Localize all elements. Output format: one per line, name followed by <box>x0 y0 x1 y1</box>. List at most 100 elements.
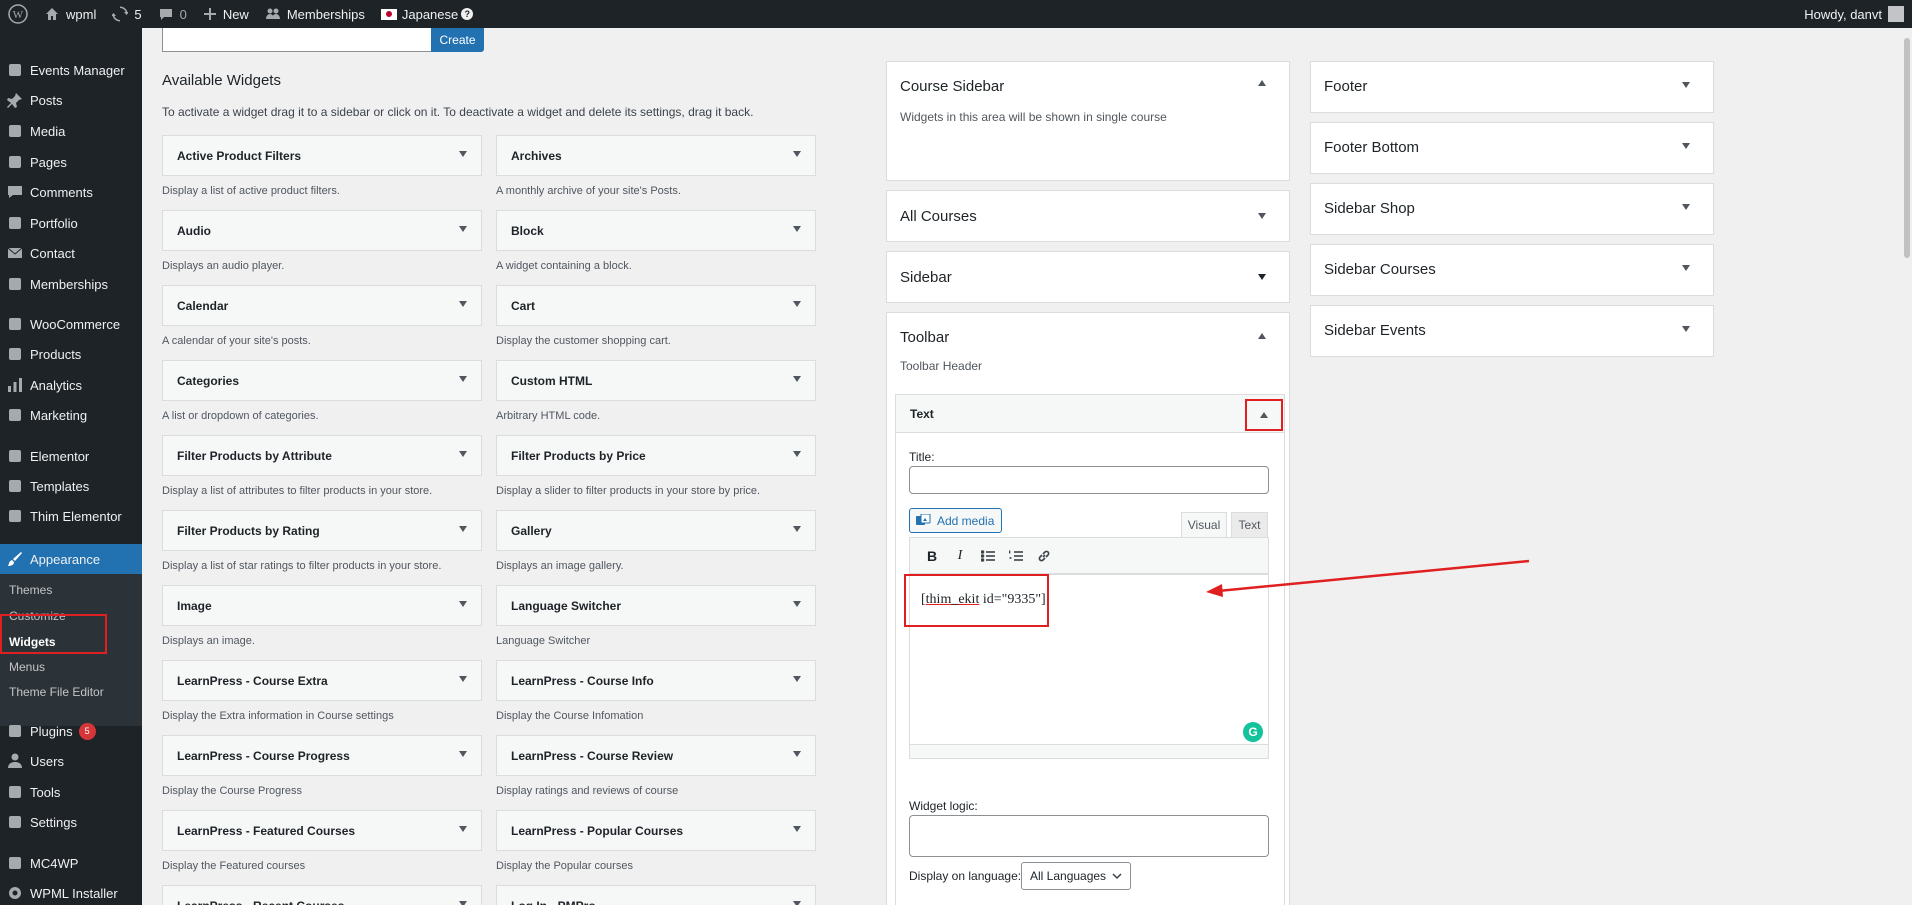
language-switcher[interactable]: Japanese ? <box>373 0 481 28</box>
avatar[interactable] <box>1888 6 1904 22</box>
page-scrollbar[interactable] <box>1902 28 1912 905</box>
expand-icon[interactable] <box>1258 274 1266 280</box>
expand-icon[interactable] <box>1682 204 1690 210</box>
scrollbar-thumb[interactable] <box>1904 38 1910 258</box>
language-select[interactable]: All Languages <box>1021 862 1131 890</box>
expand-icon[interactable] <box>793 826 801 832</box>
widget-filter-products-by-rating[interactable]: Filter Products by Rating <box>162 510 482 551</box>
widget-block[interactable]: Block <box>496 210 816 251</box>
create-button[interactable]: Create <box>431 28 484 52</box>
comments-link[interactable]: 0 <box>150 0 195 28</box>
expand-icon[interactable] <box>793 526 801 532</box>
expand-icon[interactable] <box>793 301 801 307</box>
area-footer[interactable]: Footer <box>1310 61 1714 113</box>
menu-item-mc4wp[interactable]: MC4WP <box>0 848 142 878</box>
menu-item-media[interactable]: Media <box>0 116 142 146</box>
widget-learnpress-featured-courses[interactable]: LearnPress - Featured Courses <box>162 810 482 851</box>
widget-log-in-pmpro[interactable]: Log In - PMPro <box>496 885 816 905</box>
expand-icon[interactable] <box>459 601 467 607</box>
expand-icon[interactable] <box>459 226 467 232</box>
menu-item-users[interactable]: Users <box>0 746 142 776</box>
expand-icon[interactable] <box>793 751 801 757</box>
tab-visual[interactable]: Visual <box>1181 512 1227 537</box>
widget-learnpress-course-extra[interactable]: LearnPress - Course Extra <box>162 660 482 701</box>
menu-item-appearance[interactable]: Appearance <box>0 544 142 574</box>
submenu-theme-file-editor[interactable]: Theme File Editor <box>9 685 104 699</box>
numbered-list-icon[interactable] <box>1002 542 1030 570</box>
expand-icon[interactable] <box>1682 265 1690 271</box>
memberships-link[interactable]: Memberships <box>257 0 373 28</box>
menu-item-templates[interactable]: Templates <box>0 471 142 501</box>
widget-cart[interactable]: Cart <box>496 285 816 326</box>
expand-icon[interactable] <box>459 151 467 157</box>
menu-item-pages[interactable]: Pages <box>0 147 142 177</box>
menu-item-portfolio[interactable]: Portfolio <box>0 208 142 238</box>
add-media-button[interactable]: Add media <box>909 508 1002 533</box>
widget-audio[interactable]: Audio <box>162 210 482 251</box>
italic-icon[interactable]: I <box>946 542 974 570</box>
widget-toggle-button[interactable] <box>1245 399 1283 431</box>
expand-icon[interactable] <box>459 301 467 307</box>
text-widget-header[interactable]: Text <box>896 395 1284 433</box>
area-all-courses[interactable]: All Courses <box>886 190 1290 242</box>
submenu-menus[interactable]: Menus <box>9 660 45 674</box>
menu-item-marketing[interactable]: Marketing <box>0 400 142 430</box>
widget-learnpress-popular-courses[interactable]: LearnPress - Popular Courses <box>496 810 816 851</box>
menu-item-posts[interactable]: Posts <box>0 85 142 115</box>
widget-active-product-filters[interactable]: Active Product Filters <box>162 135 482 176</box>
widget-learnpress-course-review[interactable]: LearnPress - Course Review <box>496 735 816 776</box>
expand-icon[interactable] <box>459 676 467 682</box>
collapse-icon[interactable] <box>1258 333 1266 339</box>
link-icon[interactable] <box>1030 542 1058 570</box>
expand-icon[interactable] <box>459 826 467 832</box>
bullet-list-icon[interactable] <box>974 542 1002 570</box>
expand-icon[interactable] <box>793 151 801 157</box>
widget-language-switcher[interactable]: Language Switcher <box>496 585 816 626</box>
submenu-themes[interactable]: Themes <box>9 583 52 597</box>
expand-icon[interactable] <box>459 376 467 382</box>
expand-icon[interactable] <box>793 901 801 905</box>
menu-item-plugins[interactable]: Plugins 5 <box>0 716 142 746</box>
expand-icon[interactable] <box>1682 326 1690 332</box>
expand-icon[interactable] <box>793 601 801 607</box>
wordpress-logo-icon[interactable]: W <box>0 0 36 28</box>
expand-icon[interactable] <box>1258 213 1266 219</box>
menu-item-elementor[interactable]: Elementor <box>0 441 142 471</box>
widget-categories[interactable]: Categories <box>162 360 482 401</box>
site-name-link[interactable]: wpml <box>36 0 104 28</box>
area-sidebar-events[interactable]: Sidebar Events <box>1310 305 1714 357</box>
area-course-sidebar[interactable]: Course Sidebar Widgets in this area will… <box>886 61 1290 181</box>
menu-item-wpml-installer[interactable]: WPML Installer <box>0 878 142 905</box>
area-footer-bottom[interactable]: Footer Bottom <box>1310 122 1714 174</box>
expand-icon[interactable] <box>1682 82 1690 88</box>
widget-logic-input[interactable] <box>909 815 1269 857</box>
tab-text[interactable]: Text <box>1231 512 1268 537</box>
menu-item-settings[interactable]: Settings <box>0 807 142 837</box>
widget-learnpress-course-progress[interactable]: LearnPress - Course Progress <box>162 735 482 776</box>
sidebar-name-input[interactable] <box>162 28 432 52</box>
expand-icon[interactable] <box>793 226 801 232</box>
expand-icon[interactable] <box>459 451 467 457</box>
widget-archives[interactable]: Archives <box>496 135 816 176</box>
menu-item-analytics[interactable]: Analytics <box>0 370 142 400</box>
widget-learnpress-recent-courses[interactable]: LearnPress - Recent Courses <box>162 885 482 905</box>
menu-item-comments[interactable]: Comments <box>0 177 142 207</box>
collapse-icon[interactable] <box>1258 80 1266 86</box>
expand-icon[interactable] <box>459 526 467 532</box>
menu-item-tools[interactable]: Tools <box>0 777 142 807</box>
menu-item-products[interactable]: Products <box>0 339 142 369</box>
expand-icon[interactable] <box>459 751 467 757</box>
grammarly-icon[interactable]: G <box>1243 722 1263 742</box>
updates-link[interactable]: 5 <box>104 0 149 28</box>
menu-item-thim-elementor[interactable]: Thim Elementor <box>0 501 142 531</box>
expand-icon[interactable] <box>793 451 801 457</box>
menu-item-memberships[interactable]: Memberships <box>0 269 142 299</box>
widget-filter-products-by-attribute[interactable]: Filter Products by Attribute <box>162 435 482 476</box>
menu-item-contact[interactable]: Contact <box>0 238 142 268</box>
area-sidebar-shop[interactable]: Sidebar Shop <box>1310 183 1714 235</box>
widget-calendar[interactable]: Calendar <box>162 285 482 326</box>
menu-item-woocommerce[interactable]: WooCommerce <box>0 309 142 339</box>
menu-item-events-manager[interactable]: Events Manager <box>0 55 142 85</box>
expand-icon[interactable] <box>459 901 467 905</box>
widget-custom-html[interactable]: Custom HTML <box>496 360 816 401</box>
